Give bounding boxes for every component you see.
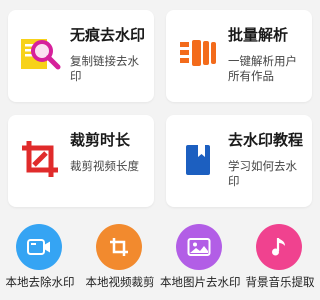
quick-action-label: 本地图片去水印: [160, 275, 240, 289]
bookmark-icon: [176, 137, 220, 181]
watermark-search-icon: [18, 32, 62, 76]
card-subtitle: 裁剪视频长度: [70, 159, 139, 173]
card-subtitle: 一键解析用户所有作品: [228, 54, 297, 83]
quick-action-video-crop[interactable]: 本地视频裁剪: [80, 224, 160, 300]
card-subtitle: 学习如何去水印: [228, 159, 297, 188]
card-title: 无痕去水印: [70, 26, 146, 44]
quick-action-image-watermark[interactable]: 本地图片去水印: [160, 224, 240, 300]
quick-action-music-extract[interactable]: 背景音乐提取: [240, 224, 320, 300]
card-crop-duration[interactable]: 裁剪时长 裁剪视频长度: [8, 115, 154, 207]
card-title: 裁剪时长: [70, 131, 131, 149]
video-camera-icon[interactable]: [16, 224, 62, 270]
card-remove-watermark[interactable]: 无痕去水印 复制链接去水印: [8, 10, 154, 102]
quick-action-label: 本地去除水印: [5, 275, 75, 289]
card-subtitle: 复制链接去水印: [70, 54, 139, 83]
quick-action-label: 本地视频裁剪: [85, 275, 155, 289]
batch-parse-icon: [176, 32, 220, 76]
crop-icon[interactable]: [96, 224, 142, 270]
crop-icon: [18, 137, 62, 181]
card-tutorial[interactable]: 去水印教程 学习如何去水印: [166, 115, 312, 207]
music-note-icon[interactable]: [256, 224, 302, 270]
quick-action-local-watermark[interactable]: 本地去除水印: [0, 224, 80, 300]
quick-action-label: 背景音乐提取: [245, 275, 315, 289]
card-title: 批量解析: [228, 26, 289, 44]
card-title: 去水印教程: [228, 131, 304, 149]
image-icon[interactable]: [176, 224, 222, 270]
card-batch-parse[interactable]: 批量解析 一键解析用户所有作品: [166, 10, 312, 102]
